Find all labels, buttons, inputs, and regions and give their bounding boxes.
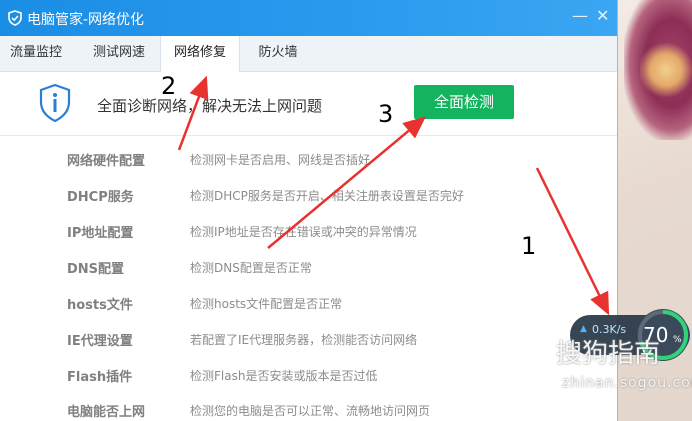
check-item-desc: 检测网卡是否启用、网线是否插好 bbox=[190, 153, 371, 167]
check-item-name: 网络硬件配置 bbox=[67, 154, 146, 169]
annotation-label-3: 3 bbox=[378, 100, 394, 128]
check-item-desc: 检测您的电脑是否可以正常、流畅地访问网页 bbox=[190, 404, 431, 418]
check-item-desc: 检测hosts文件配置是否正常 bbox=[190, 297, 343, 311]
tab-speed-test[interactable]: 测试网速 bbox=[80, 36, 158, 71]
check-item-desc: 检测IP地址是否存在错误或冲突的异常情况 bbox=[190, 225, 417, 239]
check-item: DHCP服务 检测DHCP服务是否开启、相关注册表设置是否完好 bbox=[0, 176, 617, 212]
check-item-desc: 检测DNS配置是否正常 bbox=[190, 261, 312, 275]
check-item-name: IP地址配置 bbox=[67, 226, 134, 241]
close-button[interactable]: ✕ bbox=[596, 6, 609, 25]
wallpaper-flower-center bbox=[640, 40, 692, 100]
window-title: 电脑管家-网络优化 bbox=[27, 12, 145, 28]
annotation-label-1: 1 bbox=[521, 232, 537, 260]
watermark-url: zhinan.sogou.com bbox=[562, 375, 692, 391]
check-item-name: Flash插件 bbox=[67, 370, 133, 385]
check-item-name: 电脑能否上网 bbox=[67, 405, 146, 420]
tab-traffic-monitor[interactable]: 流量监控 bbox=[0, 36, 72, 71]
tab-network-repair[interactable]: 网络修复 bbox=[160, 36, 240, 72]
check-item-name: IE代理设置 bbox=[67, 334, 133, 349]
annotation-label-2: 2 bbox=[161, 72, 177, 100]
gauge-percent-sign: % bbox=[673, 335, 682, 345]
sogou-watermark-icon bbox=[520, 334, 552, 366]
tab-firewall[interactable]: 防火墙 bbox=[242, 36, 314, 71]
check-item-desc: 检测Flash是否安装或版本是否过低 bbox=[190, 369, 378, 383]
check-item-name: hosts文件 bbox=[67, 298, 133, 313]
title-bar[interactable]: 电脑管家-网络优化 — ✕ bbox=[0, 0, 617, 36]
check-item-desc: 检测DHCP服务是否开启、相关注册表设置是否完好 bbox=[190, 189, 464, 203]
repair-description: 全面诊断网络，解决无法上网问题 bbox=[97, 97, 323, 115]
minimize-button[interactable]: — bbox=[572, 6, 588, 25]
header-divider bbox=[0, 135, 617, 136]
check-item-name: DHCP服务 bbox=[67, 190, 134, 205]
pc-manager-logo-icon bbox=[8, 10, 22, 26]
check-item: 网络硬件配置 检测网卡是否启用、网线是否插好 bbox=[0, 140, 617, 176]
check-item: hosts文件 检测hosts文件配置是否正常 bbox=[0, 284, 617, 320]
full-scan-button[interactable]: 全面检测 bbox=[414, 85, 514, 119]
check-item-name: DNS配置 bbox=[67, 262, 125, 277]
watermark-text: 搜狗指南 bbox=[556, 339, 661, 369]
info-shield-icon bbox=[39, 83, 71, 123]
check-item-desc: 若配置了IE代理服务器，检测能否访问网络 bbox=[190, 333, 418, 347]
tab-bar: 流量监控 测试网速 网络修复 防火墙 bbox=[0, 36, 617, 72]
check-item: 电脑能否上网 检测您的电脑是否可以正常、流畅地访问网页 bbox=[0, 391, 617, 421]
